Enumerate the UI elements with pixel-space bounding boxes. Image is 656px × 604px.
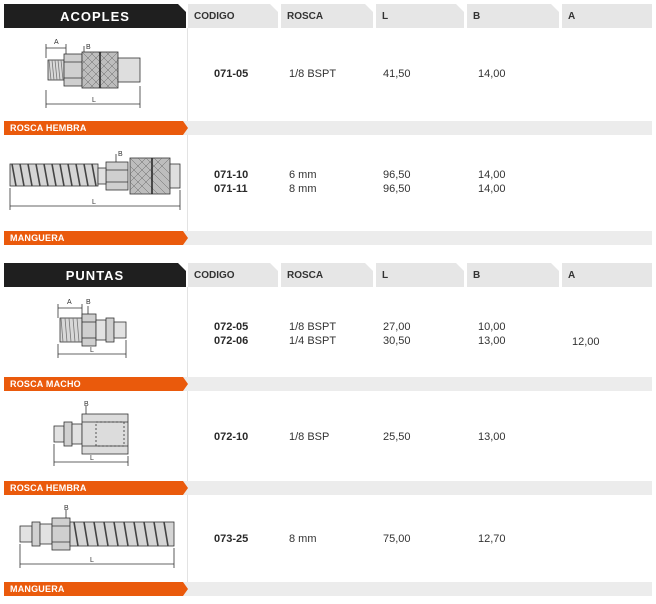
- plug-male-thread-drawing: A B L: [57, 299, 127, 358]
- acoples-col-a: A: [562, 4, 652, 28]
- dim-a-label: A: [54, 39, 59, 46]
- dim-b-label: B: [64, 505, 69, 512]
- table-cell-b: 14,00: [478, 169, 506, 181]
- puntas-col-l: L: [376, 263, 464, 287]
- category-label-rosca-macho: ROSCA MACHO: [4, 377, 188, 391]
- acoples-col-l: L: [376, 4, 464, 28]
- table-cell-l: 41,50: [383, 68, 411, 80]
- column-divider: [187, 287, 188, 587]
- table-cell-codigo: 072-06: [214, 335, 249, 347]
- table-cell-l: 96,50: [383, 183, 411, 195]
- table-cell-codigo: 071-11: [214, 183, 248, 195]
- table-cell-b: 14,00: [478, 68, 506, 80]
- coupler-female-thread-drawing: A B L: [45, 39, 141, 108]
- table-cell-rosca: 1/8 BSPT: [289, 68, 337, 80]
- table-cell-l: 30,50: [383, 335, 411, 347]
- table-cell-rosca: 8 mm: [289, 183, 317, 195]
- dim-b-label: B: [118, 151, 123, 158]
- dim-l-label: L: [90, 557, 94, 564]
- acoples-col-codigo: CODIGO: [188, 4, 278, 28]
- category-band: ROSCA MACHO: [4, 377, 652, 391]
- acoples-title: ACOPLES: [4, 4, 186, 28]
- acoples-col-b: B: [467, 4, 559, 28]
- table-cell-codigo: 071-10: [214, 169, 249, 181]
- plug-female-thread-drawing: B L: [53, 401, 129, 466]
- coupler-hose-drawing: B L: [9, 151, 181, 210]
- dim-b-label: B: [86, 44, 91, 51]
- table-cell-rosca: 6 mm: [289, 169, 317, 181]
- acoples-col-rosca: ROSCA: [281, 4, 373, 28]
- table-cell-b: 13,00: [478, 335, 506, 347]
- table-cell-l: 96,50: [383, 169, 411, 181]
- table-cell-l: 27,00: [383, 321, 411, 333]
- table-cell-codigo: 073-25: [214, 533, 249, 545]
- table-cell-b: 14,00: [478, 183, 506, 195]
- table-cell-rosca: 8 mm: [289, 533, 317, 545]
- table-cell-l: 25,50: [383, 431, 411, 443]
- puntas-title: PUNTAS: [4, 263, 186, 287]
- plug-hose-drawing: B L: [19, 505, 175, 568]
- table-cell-b: 13,00: [478, 431, 506, 443]
- table-cell-a: 12,00: [572, 336, 600, 348]
- table-cell-l: 75,00: [383, 533, 411, 545]
- table-cell-codigo: 071-05: [214, 68, 249, 80]
- puntas-col-codigo: CODIGO: [188, 263, 278, 287]
- category-label-manguera: MANGUERA: [4, 231, 188, 245]
- table-cell-codigo: 072-10: [214, 431, 249, 443]
- puntas-col-rosca: ROSCA: [281, 263, 373, 287]
- puntas-col-b: B: [467, 263, 559, 287]
- category-label-rosca-hembra: ROSCA HEMBRA: [4, 121, 188, 135]
- dim-l-label: L: [90, 347, 94, 354]
- dim-b-label: B: [84, 401, 89, 408]
- puntas-col-a: A: [562, 263, 652, 287]
- dim-l-label: L: [90, 455, 94, 462]
- dim-l-label: L: [92, 199, 96, 206]
- category-label-rosca-hembra: ROSCA HEMBRA: [4, 481, 188, 495]
- table-cell-b: 12,70: [478, 533, 506, 545]
- table-cell-rosca: 1/4 BSPT: [289, 335, 337, 347]
- table-cell-codigo: 072-05: [214, 321, 249, 333]
- table-cell-rosca: 1/8 BSP: [289, 431, 330, 443]
- table-cell-b: 10,00: [478, 321, 506, 333]
- dim-a-label: A: [67, 299, 72, 306]
- dim-l-label: L: [92, 97, 96, 104]
- dim-b-label: B: [86, 299, 91, 306]
- category-band: MANGUERA: [4, 231, 652, 245]
- category-label-manguera: MANGUERA: [4, 582, 188, 596]
- category-band: MANGUERA: [4, 582, 652, 596]
- category-band: ROSCA HEMBRA: [4, 481, 652, 495]
- table-cell-rosca: 1/8 BSPT: [289, 321, 337, 333]
- category-band: ROSCA HEMBRA: [4, 121, 652, 135]
